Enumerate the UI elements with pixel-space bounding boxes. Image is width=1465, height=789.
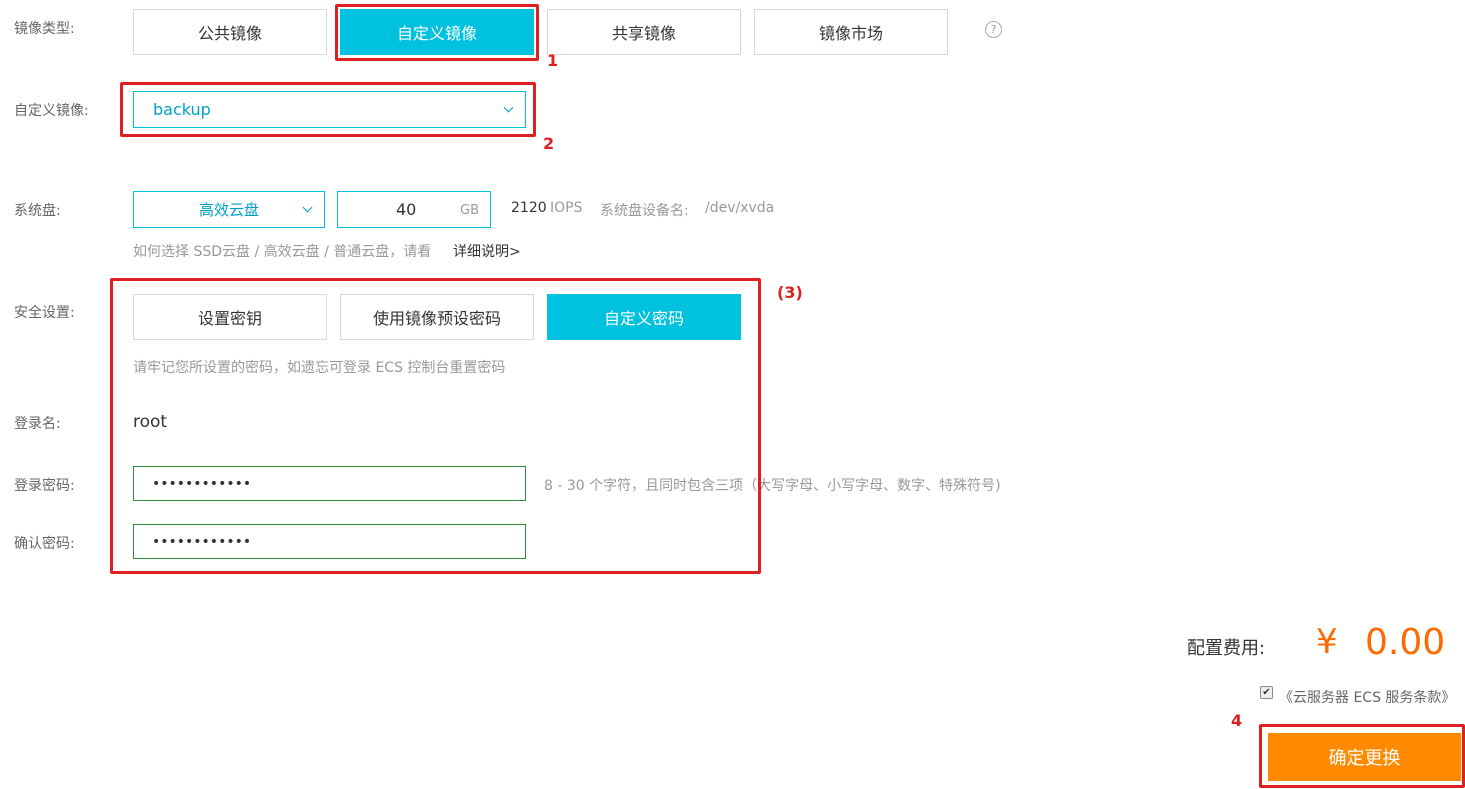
custom-image-select[interactable]: backup: [133, 91, 526, 128]
disk-type-selected: 高效云盘: [198, 201, 259, 219]
tab-image-preset-password[interactable]: 使用镜像预设密码: [340, 294, 534, 340]
tab-set-key[interactable]: 设置密钥: [133, 294, 327, 340]
tab-public-image[interactable]: 公共镜像: [133, 9, 327, 55]
disk-size-unit: GB: [460, 203, 479, 218]
fee-currency: ¥: [1316, 622, 1338, 662]
custom-image-label: 自定义镜像:: [14, 103, 89, 119]
agreement-link[interactable]: 《云服务器 ECS 服务条款》: [1279, 687, 1455, 707]
fee-label: 配置费用:: [1187, 638, 1266, 659]
confirm-password-label: 确认密码:: [14, 536, 75, 552]
agreement-checkbox[interactable]: ✔: [1260, 686, 1273, 699]
system-disk-label: 系统盘:: [14, 203, 61, 219]
annotation-label-4: 4: [1231, 711, 1243, 730]
login-name-label: 登录名:: [14, 416, 61, 432]
password-label: 登录密码:: [14, 478, 75, 494]
password-hint: 8 - 30 个字符，且同时包含三项（大写字母、小写字母、数字、特殊符号): [544, 478, 1001, 494]
disk-size-input[interactable]: 40 GB: [337, 191, 491, 228]
annotation-label-3: (3): [777, 283, 803, 302]
tab-image-market[interactable]: 镜像市场: [754, 9, 948, 55]
annotation-label-1: 1: [547, 51, 559, 70]
security-label: 安全设置:: [14, 305, 75, 321]
iops-value: 2120: [511, 200, 547, 216]
tab-custom-password[interactable]: 自定义密码: [547, 294, 741, 340]
question-circle-icon[interactable]: ?: [985, 21, 1002, 38]
login-name-value: root: [133, 412, 168, 432]
confirm-password-input[interactable]: ••••••••••••: [133, 524, 526, 559]
tab-shared-image[interactable]: 共享镜像: [547, 9, 741, 55]
fee-amount: 0.00: [1365, 622, 1446, 663]
tab-custom-image[interactable]: 自定义镜像: [340, 9, 534, 55]
password-input[interactable]: ••••••••••••: [133, 466, 526, 501]
chevron-down-icon: [503, 102, 514, 113]
device-name-value: /dev/xvda: [705, 200, 775, 216]
chevron-down-icon: [302, 202, 313, 213]
annotation-label-2: 2: [543, 134, 555, 153]
iops-unit: IOPS: [550, 200, 583, 216]
disk-size-value: 40: [396, 200, 417, 219]
disk-type-select[interactable]: 高效云盘: [133, 191, 325, 228]
disk-detail-link[interactable]: 详细说明>: [453, 241, 521, 261]
device-name-label: 系统盘设备名:: [600, 203, 689, 219]
password-reminder: 请牢记您所设置的密码，如遗忘可登录 ECS 控制台重置密码: [133, 360, 506, 376]
confirm-replace-button[interactable]: 确定更换: [1268, 733, 1461, 781]
disk-hint: 如何选择 SSD云盘 / 高效云盘 / 普通云盘，请看: [133, 244, 432, 260]
custom-image-selected: backup: [153, 100, 211, 119]
image-type-label: 镜像类型:: [14, 21, 75, 37]
